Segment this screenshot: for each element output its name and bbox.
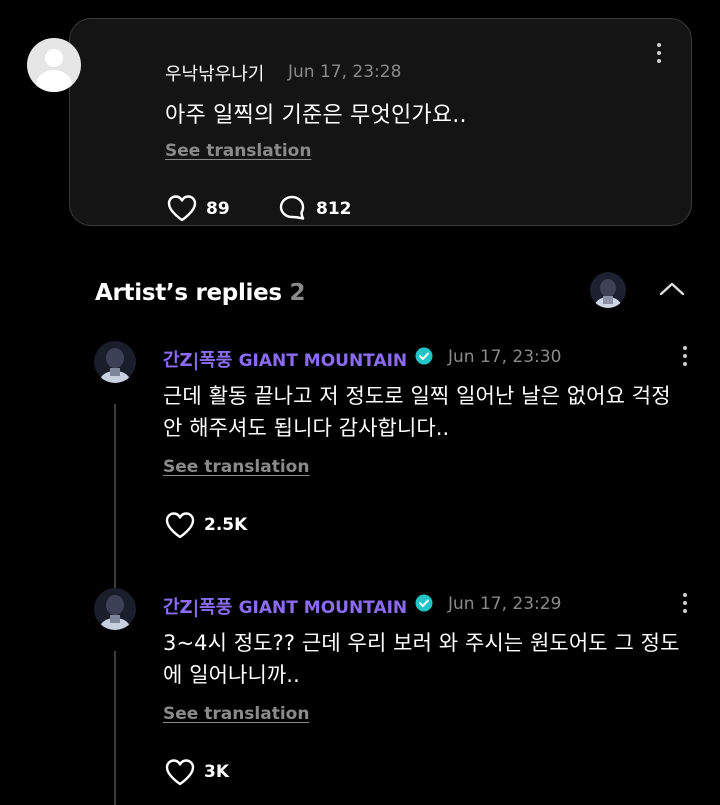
more-options-icon[interactable] xyxy=(656,43,662,65)
user-avatar-placeholder[interactable] xyxy=(27,38,81,92)
see-translation-link[interactable]: See translation xyxy=(163,704,309,724)
like-count: 2.5K xyxy=(204,515,248,535)
reply-count: 812 xyxy=(316,199,352,219)
heart-icon[interactable] xyxy=(164,757,196,787)
artist-replies-title: Artist’s replies xyxy=(95,280,282,306)
reply-author-name[interactable]: 간Z|폭풍 GIANT MOUNTAIN xyxy=(163,346,407,372)
reply-author-avatar[interactable] xyxy=(94,588,136,630)
reply-text: 근데 활동 끝나고 저 정도로 일찍 일어난 날은 없어요 걱정 안 해주셔도 … xyxy=(163,384,671,440)
chevron-up-icon[interactable] xyxy=(658,279,686,299)
author-prefix: 간Z|폭풍 xyxy=(163,597,233,618)
reply-timestamp: Jun 17, 23:30 xyxy=(448,347,562,367)
see-translation-link[interactable]: See translation xyxy=(163,457,309,477)
author-suffix: GIANT MOUNTAIN xyxy=(238,351,408,371)
verified-badge-icon xyxy=(415,594,433,612)
heart-icon[interactable] xyxy=(164,510,196,540)
see-translation-link[interactable]: See translation xyxy=(165,141,311,161)
comment-timestamp: Jun 17, 23:28 xyxy=(288,62,402,82)
heart-icon[interactable] xyxy=(166,193,198,223)
verified-badge-icon xyxy=(415,347,433,365)
author-suffix: GIANT MOUNTAIN xyxy=(238,598,408,618)
reply-author-name[interactable]: 간Z|폭풍 GIANT MOUNTAIN xyxy=(163,593,407,619)
comment-card: 우낙낚우나기 Jun 17, 23:28 아주 일찍의 기준은 무엇인가요.. … xyxy=(69,18,692,226)
comment-text: 아주 일찍의 기준은 무엇인가요.. xyxy=(165,103,467,128)
more-options-icon[interactable] xyxy=(682,346,688,368)
comment-username[interactable]: 우낙낚우나기 xyxy=(165,60,264,86)
reply-text: 3~4시 정도?? 근데 우리 보러 와 주시는 원도어도 그 정도에 일어나니… xyxy=(163,631,680,687)
thread-line xyxy=(114,404,116,590)
more-options-icon[interactable] xyxy=(682,593,688,615)
artist-replies-count: 2 xyxy=(289,280,306,306)
like-count: 3K xyxy=(204,762,230,782)
reply-author-avatar[interactable] xyxy=(94,341,136,383)
artist-avatar[interactable] xyxy=(590,272,626,308)
author-prefix: 간Z|폭풍 xyxy=(163,350,233,371)
thread-line xyxy=(114,651,116,805)
reply-timestamp: Jun 17, 23:29 xyxy=(448,594,562,614)
like-count: 89 xyxy=(206,199,230,219)
comment-bubble-icon[interactable] xyxy=(277,193,307,223)
artist-replies-heading: Artist’s replies 2 xyxy=(95,280,306,306)
